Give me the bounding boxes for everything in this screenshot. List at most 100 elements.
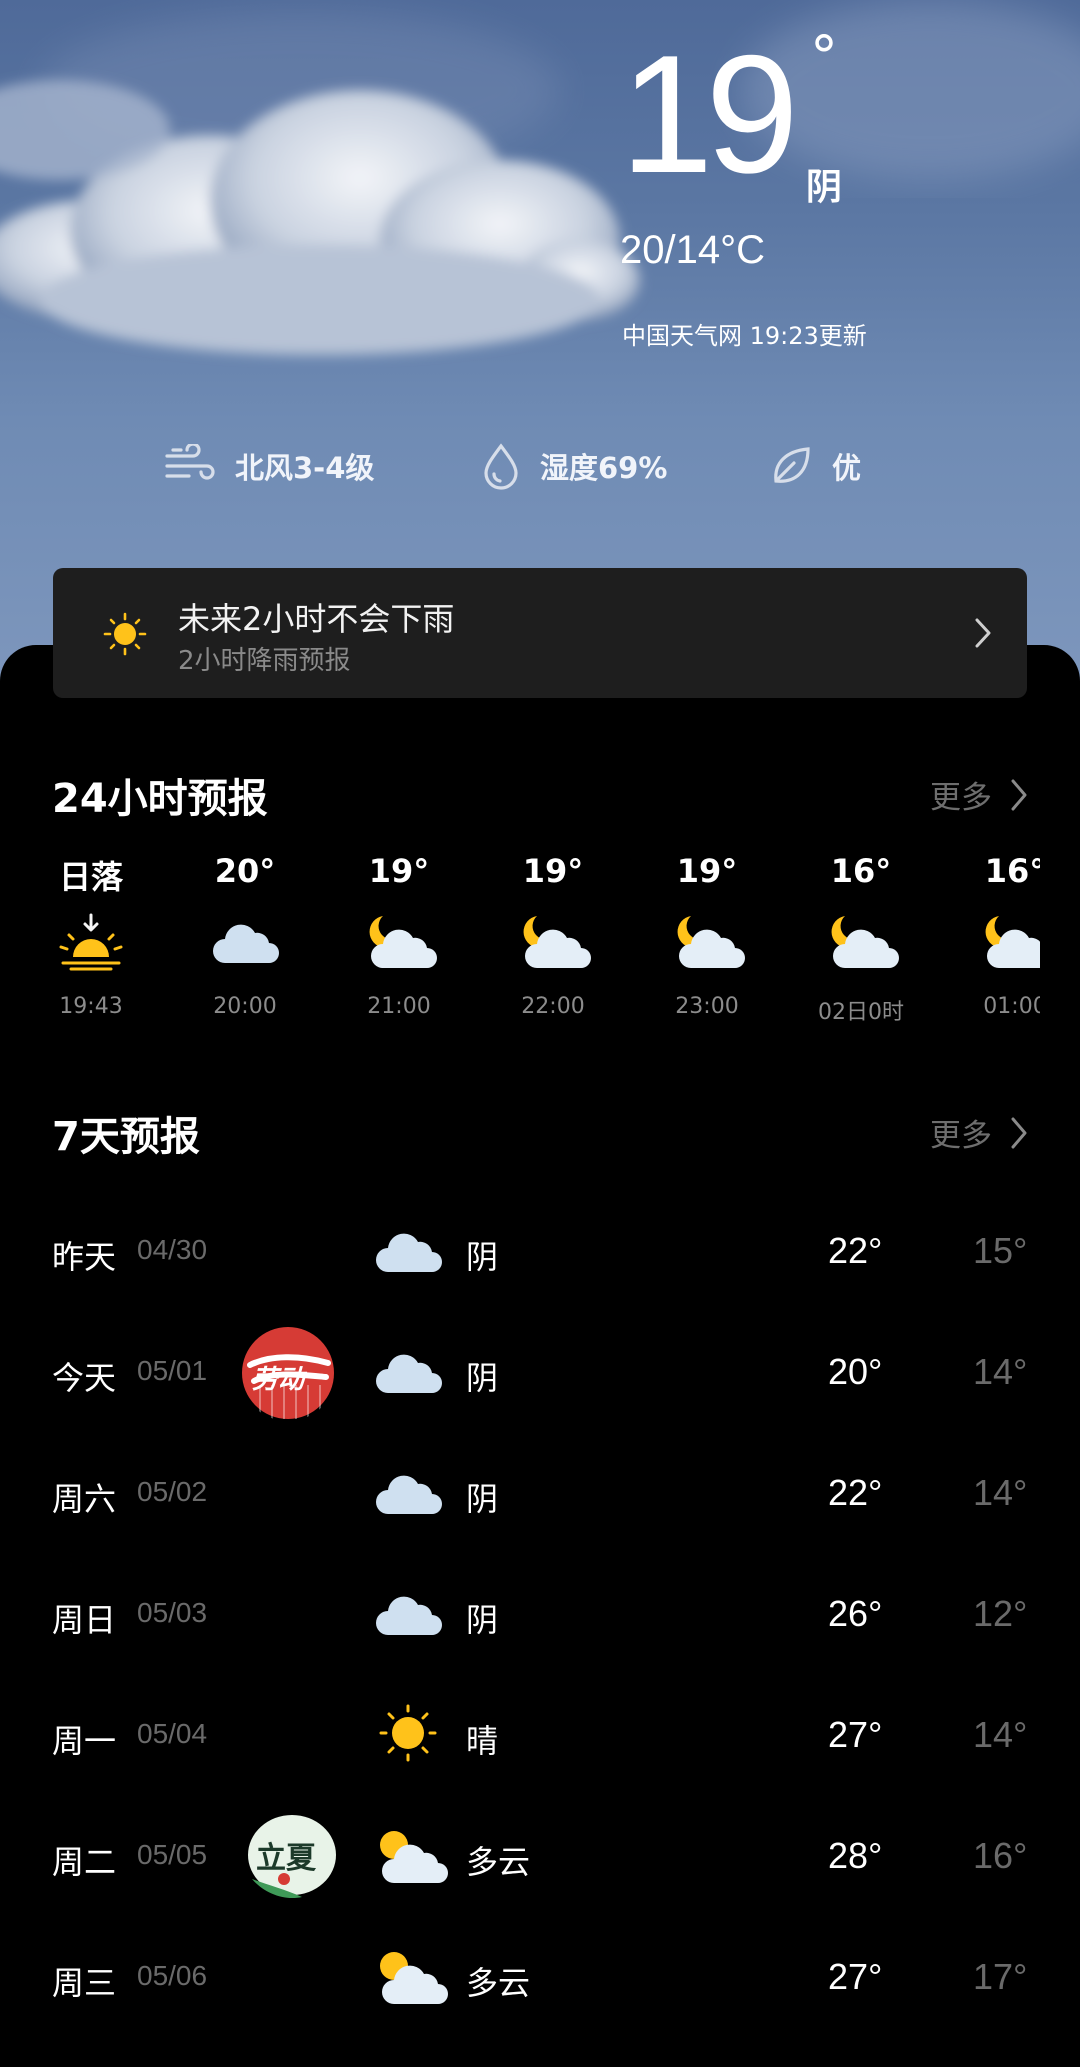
moon-cloud-icon — [677, 916, 745, 968]
high-temp: 22° — [828, 1472, 883, 1513]
daily-row[interactable]: 周六 05/02 阴 22° 14° — [0, 1460, 1080, 1530]
daily-row[interactable]: 周日 05/03 阴 26° 12° — [0, 1581, 1080, 1651]
day-name: 周三 — [52, 1964, 117, 2002]
hourly-item: 日落 19:43 — [14, 852, 168, 1019]
current-condition: 阴 — [806, 167, 843, 208]
weather-text: 晴 — [466, 1722, 499, 1760]
hourly-item: 19° 22:00 — [476, 852, 630, 1019]
high-temp: 27° — [828, 1956, 883, 1997]
high-temp: 26° — [828, 1593, 883, 1634]
weather-text: 阴 — [466, 1359, 499, 1397]
rain-card-subtitle: 2小时降雨预报 — [178, 646, 351, 676]
daily-row[interactable]: 周三 05/06 多云 27° 17° — [0, 1944, 1080, 2014]
sun-icon — [103, 612, 147, 656]
hourly-item-time: 20:00 — [213, 994, 277, 1019]
chevron-right-icon — [1011, 779, 1027, 810]
weather-text: 多云 — [466, 1843, 531, 1881]
current-temperature: 19 — [620, 20, 799, 208]
low-temp: 15° — [973, 1230, 1028, 1271]
badge-text: 劳动 — [252, 1365, 305, 1395]
sun-icon — [379, 1704, 437, 1762]
hourly-item: 20° 20:00 — [168, 852, 322, 1019]
daily-row[interactable]: 周一 05/04 晴 27° 14° — [0, 1702, 1080, 1772]
weather-text: 阴 — [466, 1480, 499, 1518]
moon-cloud-icon — [523, 916, 591, 968]
daily-more-button[interactable]: 更多 — [930, 1110, 1028, 1155]
cloud-icon — [213, 924, 279, 963]
badge-text: 立夏 — [256, 1841, 316, 1876]
air-quality-label: 优 — [832, 451, 862, 485]
low-temp: 14° — [973, 1351, 1028, 1392]
temperature-range: 20/14°C — [620, 228, 765, 272]
hourly-item-temp: 16° — [830, 852, 892, 890]
moon-cloud-icon — [831, 916, 899, 968]
hourly-item-time: 22:00 — [521, 994, 585, 1019]
rain-card-title: 未来2小时不会下雨 — [178, 600, 455, 638]
daily-more-label: 更多 — [930, 1118, 992, 1154]
humidity-metric[interactable]: 湿度69% — [480, 440, 667, 492]
degree-symbol: ° — [810, 25, 838, 90]
weather-text: 阴 — [466, 1601, 499, 1639]
daily-forecast-title: 7天预报 — [52, 1114, 200, 1160]
high-temp: 22° — [828, 1230, 883, 1271]
daily-row[interactable]: 昨天 04/30 阴 22° 15° — [0, 1218, 1080, 1288]
humidity-label: 湿度69% — [540, 451, 668, 485]
hourly-item-time: 23:00 — [675, 994, 739, 1019]
moon-cloud-icon — [369, 916, 437, 968]
hourly-item-time: 21:00 — [367, 994, 431, 1019]
hourly-item-time: 02日0时 — [818, 1000, 904, 1025]
leaf-icon — [774, 447, 810, 483]
day-date: 05/02 — [137, 1476, 208, 1507]
air-quality-metric[interactable]: 优 — [768, 440, 861, 492]
day-name: 周二 — [52, 1843, 117, 1881]
low-temp: 17° — [973, 1956, 1028, 1997]
hourly-forecast-list[interactable]: 日落 19:43 20° 20:00 19° 21:00 19° 22:00 1… — [0, 852, 1040, 1052]
weather-text: 阴 — [466, 1238, 499, 1276]
low-temp: 12° — [973, 1593, 1028, 1634]
day-date: 05/01 — [137, 1355, 208, 1386]
day-name: 昨天 — [52, 1238, 117, 1276]
hourly-item: 19° 21:00 — [322, 852, 476, 1019]
high-temp: 20° — [828, 1351, 883, 1392]
wind-label: 北风3-4级 — [235, 451, 375, 485]
sun-cloud-icon — [380, 1952, 448, 2004]
moon-cloud-icon — [985, 916, 1040, 968]
hourly-item-time: 01:00 — [983, 994, 1040, 1019]
hourly-item-temp: 19° — [368, 852, 430, 890]
high-temp: 27° — [828, 1714, 883, 1755]
cloud-icon — [376, 1475, 442, 1514]
day-name: 周六 — [52, 1480, 117, 1518]
hourly-item: 16° 02日0时 — [784, 852, 938, 1026]
low-temp: 14° — [973, 1714, 1028, 1755]
daily-row[interactable]: 今天 05/01 劳动 阴 20° 14° — [0, 1327, 1080, 1419]
hourly-more-button[interactable]: 更多 — [930, 772, 1028, 817]
chevron-right-icon — [1011, 1117, 1027, 1148]
sunset-icon — [59, 913, 123, 971]
day-date: 04/30 — [137, 1234, 208, 1265]
day-date: 05/04 — [137, 1718, 208, 1749]
hourly-item: 19° 23:00 — [630, 852, 784, 1019]
day-date: 05/03 — [137, 1597, 208, 1628]
chevron-right-icon — [975, 618, 991, 648]
sun-cloud-icon — [380, 1831, 448, 1883]
daily-row[interactable]: 周二 05/05 立夏 多云 28° 16° — [0, 1815, 1080, 1899]
wind-icon — [165, 444, 215, 480]
wind-metric[interactable]: 北风3-4级 — [163, 440, 374, 492]
hourly-item: 16° 01:00 — [938, 852, 1040, 1019]
cloud-icon — [376, 1354, 442, 1393]
hourly-item-temp: 19° — [676, 852, 738, 890]
hourly-item-time: 19:43 — [59, 994, 123, 1019]
hourly-item-temp: 16° — [984, 852, 1040, 890]
high-temp: 28° — [828, 1835, 883, 1876]
update-source: 中国天气网 19:23更新 — [622, 322, 867, 350]
day-date: 05/05 — [137, 1839, 208, 1870]
rain-forecast-card[interactable]: 未来2小时不会下雨 2小时降雨预报 — [53, 568, 1027, 698]
cloud-icon — [376, 1233, 442, 1272]
day-name: 今天 — [52, 1359, 117, 1397]
hourly-item-temp: 20° — [214, 852, 276, 890]
day-name: 周一 — [52, 1722, 117, 1760]
low-temp: 14° — [973, 1472, 1028, 1513]
low-temp: 16° — [973, 1835, 1028, 1876]
cloud-icon — [376, 1596, 442, 1635]
hourly-more-label: 更多 — [930, 780, 992, 816]
